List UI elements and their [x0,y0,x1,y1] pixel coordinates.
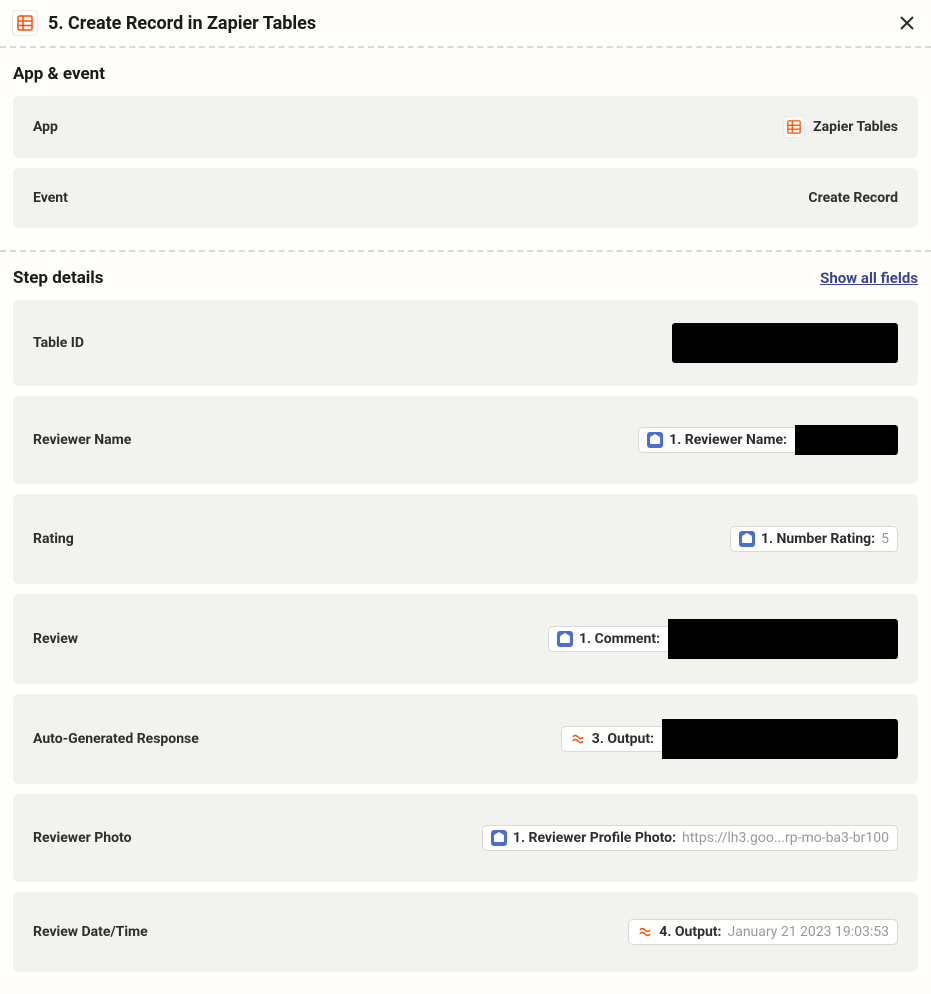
app-event-section: App & event App Zapier Tables Event Crea… [0,48,931,250]
step-details-section: Step details Show all fields Table ID Re… [0,252,931,994]
field-table-id[interactable]: Table ID [13,300,918,386]
field-label: Reviewer Photo [33,830,131,846]
redacted-value [668,619,898,659]
google-business-icon [647,432,663,448]
pill-label: 3. Output: [592,731,654,747]
google-business-icon [491,830,507,846]
mapped-field-pill[interactable]: 4. Output: January 21 2023 19:03:53 [628,919,898,945]
field-label: Review [33,631,78,647]
mapped-field-pill[interactable]: 1. Comment: [548,626,668,652]
field-event[interactable]: Event Create Record [13,168,918,228]
redacted-value [795,425,898,455]
pill-value: https://lh3.goo...rp-mo-ba3-br100 [682,830,889,846]
field-review[interactable]: Review 1. Comment: [13,594,918,684]
field-value: Create Record [808,190,898,206]
field-label: Reviewer Name [33,432,131,448]
show-all-fields-link[interactable]: Show all fields [820,269,918,287]
field-label: Rating [33,531,74,547]
field-value: 3. Output: [561,719,898,759]
field-reviewer-photo[interactable]: Reviewer Photo 1. Reviewer Profile Photo… [13,794,918,882]
field-value: 1. Reviewer Name: [638,425,898,455]
field-label: Auto-Generated Response [33,731,199,747]
field-app[interactable]: App Zapier Tables [13,96,918,158]
pill-value: January 21 2023 19:03:53 [727,924,889,940]
field-value: 1. Comment: [548,619,898,659]
google-business-icon [557,631,573,647]
zapier-tables-icon [12,10,38,36]
pill-label: 1. Number Rating: [761,531,875,547]
redacted-value [672,323,898,363]
close-icon [899,15,915,31]
app-value-text: Zapier Tables [813,119,898,135]
field-value: Zapier Tables [783,116,898,138]
field-review-datetime[interactable]: Review Date/Time 4. Output: January 21 2… [13,892,918,972]
pill-label: 4. Output: [659,924,721,940]
step-header: 5. Create Record in Zapier Tables [0,0,931,46]
pill-value: 5 [881,531,889,547]
formatter-icon [637,924,653,940]
redacted-value [662,719,898,759]
mapped-field-pill[interactable]: 3. Output: [561,726,662,752]
mapped-field-pill[interactable]: 1. Number Rating: 5 [730,526,898,552]
mapped-field-pill[interactable]: 1. Reviewer Name: [638,427,795,453]
step-title: 5. Create Record in Zapier Tables [48,13,885,34]
pill-label: 1. Comment: [579,631,660,647]
formatter-icon [570,731,586,747]
section-title-app-event: App & event [13,64,105,84]
google-business-icon [739,531,755,547]
field-label: Event [33,190,68,206]
section-title-step-details: Step details [13,268,104,288]
field-label: App [33,119,58,135]
zapier-tables-icon [783,116,805,138]
pill-label: 1. Reviewer Name: [669,432,787,448]
close-button[interactable] [895,11,919,35]
field-label: Review Date/Time [33,924,148,940]
field-label: Table ID [33,335,84,351]
mapped-field-pill[interactable]: 1. Reviewer Profile Photo: https://lh3.g… [482,825,898,851]
field-auto-response[interactable]: Auto-Generated Response 3. Output: [13,694,918,784]
pill-label: 1. Reviewer Profile Photo: [513,830,676,846]
field-reviewer-name[interactable]: Reviewer Name 1. Reviewer Name: [13,396,918,484]
field-rating[interactable]: Rating 1. Number Rating: 5 [13,494,918,584]
